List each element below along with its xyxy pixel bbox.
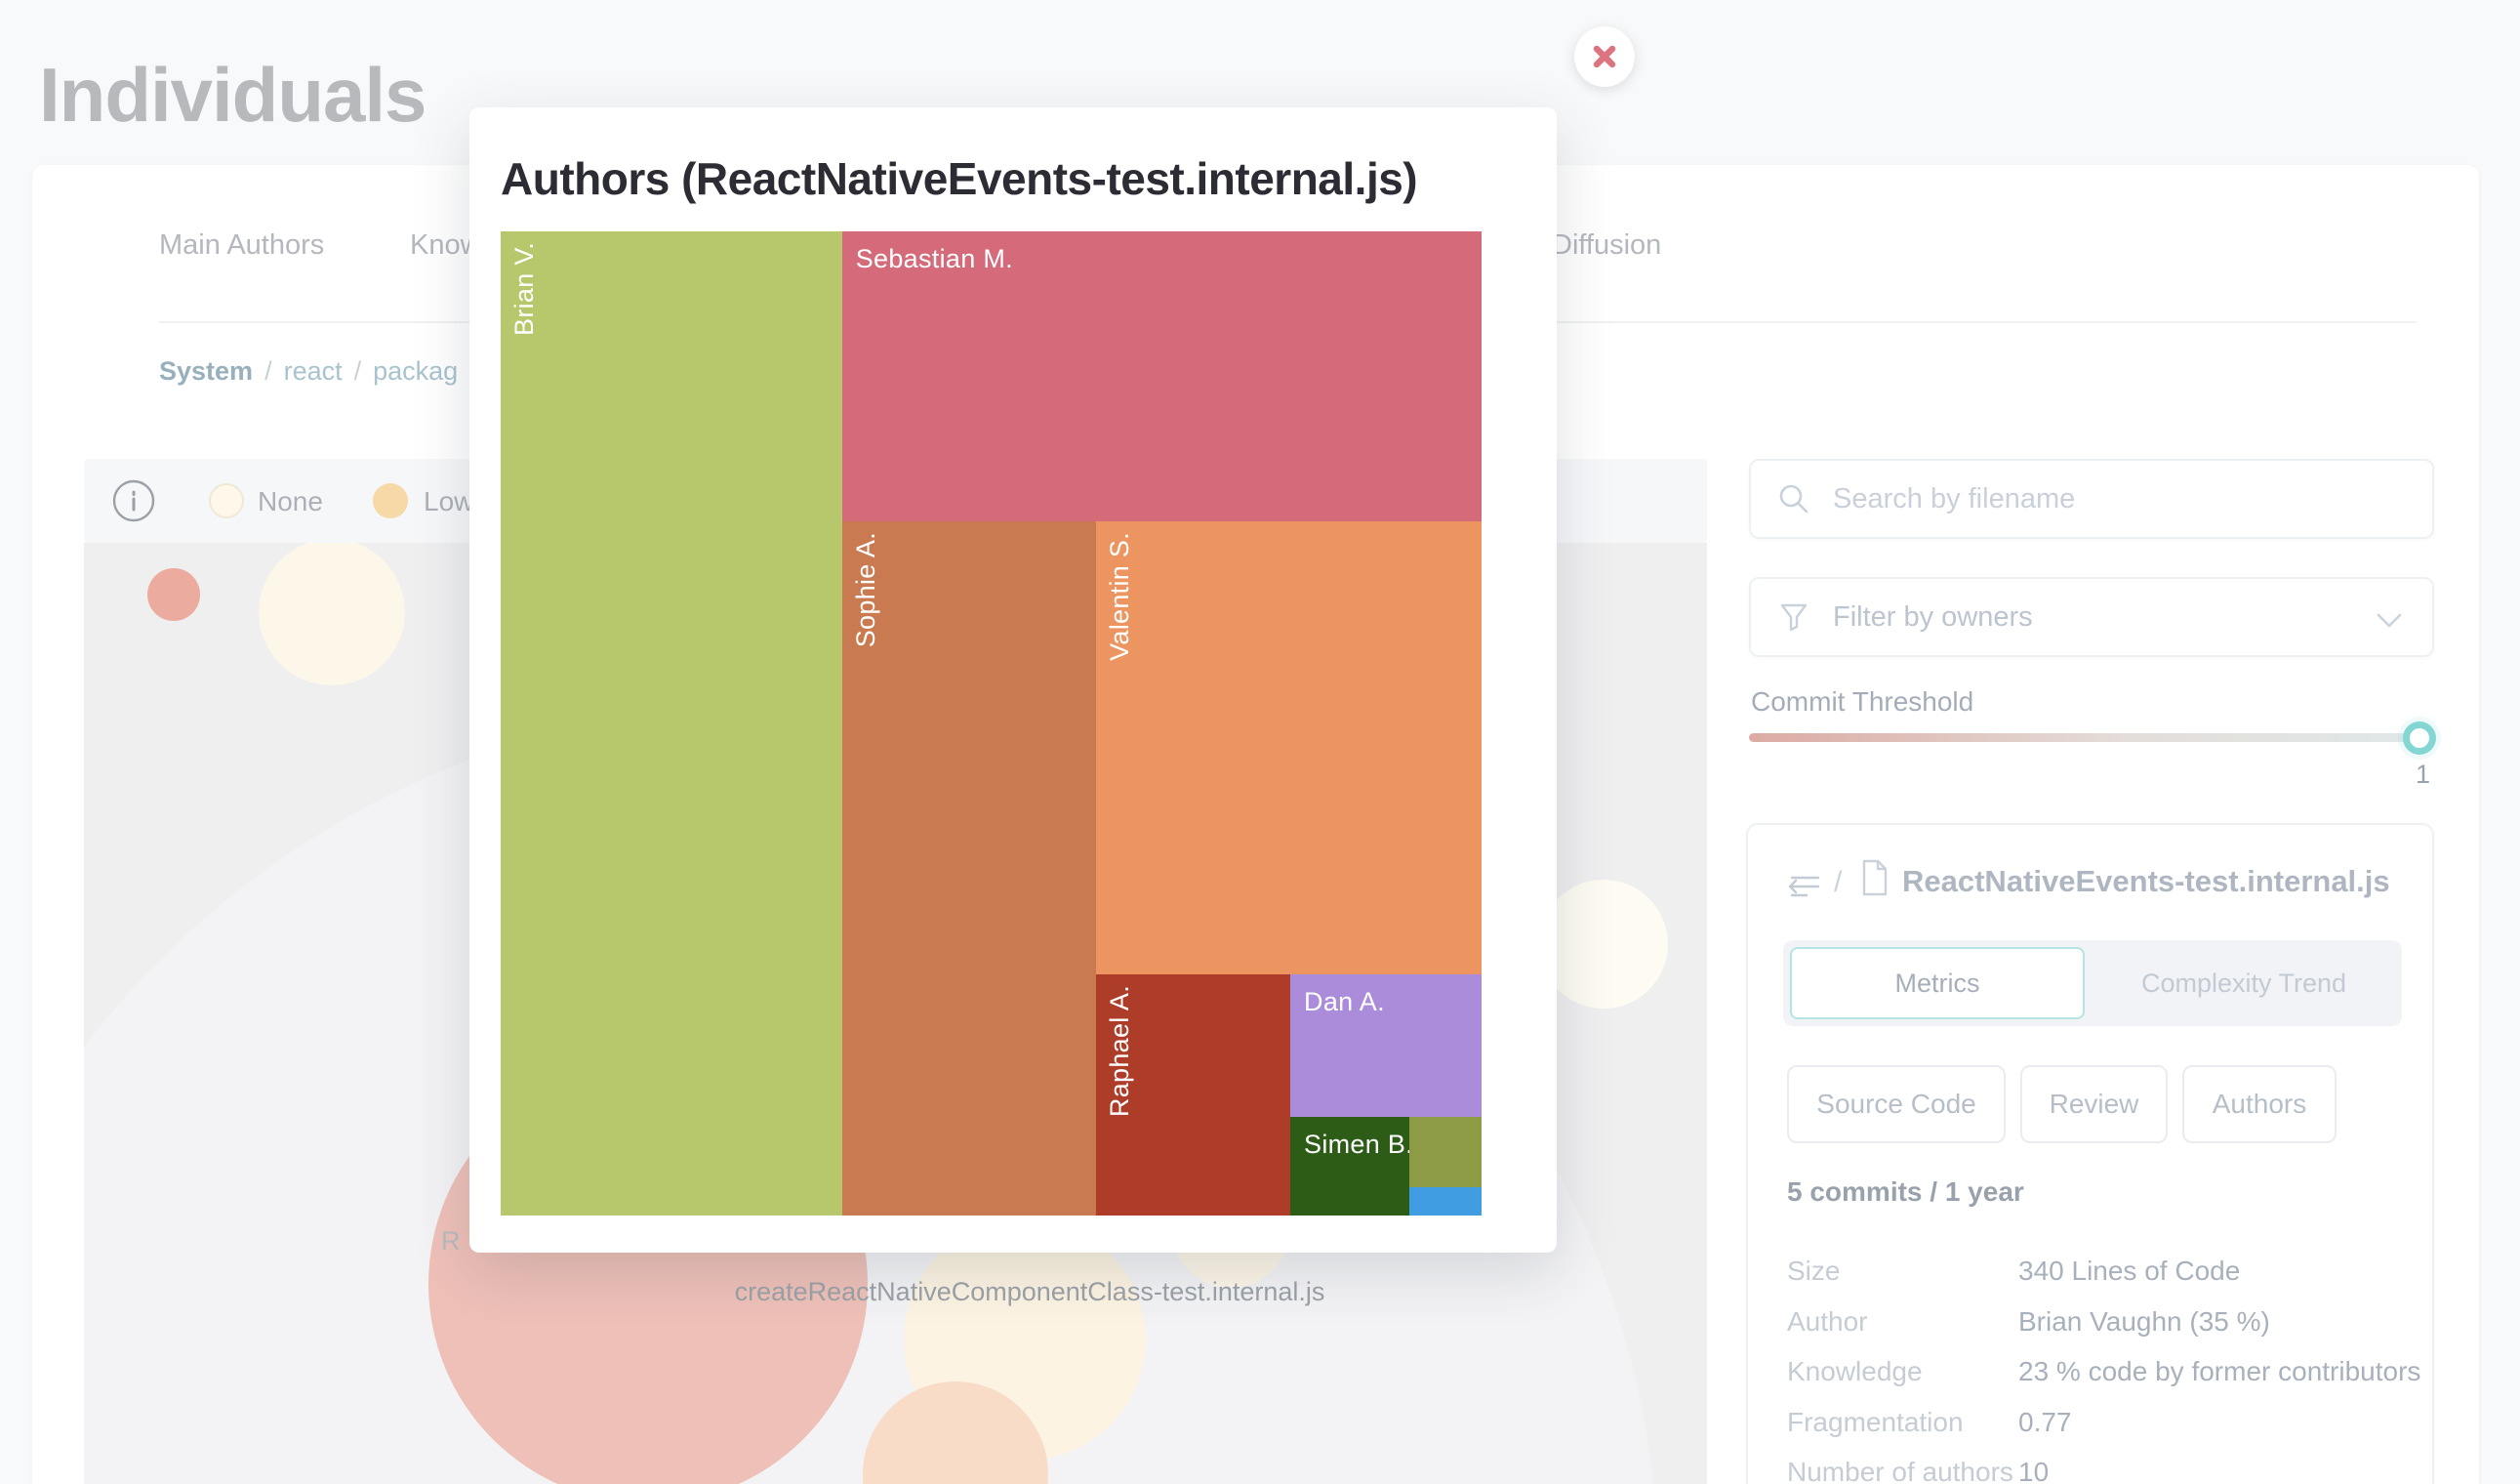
treemap-cell-sebastian-m[interactable]: Sebastian M.	[842, 231, 1482, 521]
legend-dot-none	[209, 483, 244, 518]
individuals-page: Individuals Main Authors Know Diffusion …	[0, 0, 2520, 1484]
metric-value: Brian Vaughn (35 %)	[2018, 1306, 2270, 1338]
legend-label-none: None	[258, 486, 323, 517]
back-arrow-icon[interactable]	[1783, 872, 1822, 908]
breadcrumb: System / react / packag	[159, 356, 458, 387]
metric-value: 23 % code by former contributors	[2018, 1356, 2420, 1387]
treemap-cell-label: Raphael A.	[1105, 985, 1135, 1117]
funnel-icon	[1776, 599, 1811, 635]
commit-summary: 5 commits / 1 year	[1787, 1176, 2024, 1208]
path-separator: /	[1834, 866, 1842, 899]
file-bubble-label: createReactNativeComponentClass-test.int…	[639, 1277, 1420, 1307]
treemap-cell-label: Sebastian M.	[856, 244, 1013, 274]
tab-diffusion[interactable]: Diffusion	[1552, 229, 1661, 262]
metric-value: 10	[2018, 1457, 2049, 1484]
authors-modal: Authors (ReactNativeEvents-test.internal…	[469, 107, 1557, 1253]
file-icon	[1859, 858, 1890, 902]
treemap-cell-label: Valentin S.	[1105, 532, 1135, 661]
authors-button[interactable]: Authors	[2182, 1065, 2337, 1143]
tab-complexity-trend[interactable]: Complexity Trend	[2086, 940, 2402, 1026]
treemap-cell-simen-b[interactable]: Simen B.	[1290, 1117, 1409, 1216]
close-icon	[1591, 43, 1618, 70]
filter-by-owners-dropdown[interactable]: Filter by owners	[1749, 577, 2434, 657]
modal-title: Authors (ReactNativeEvents-test.internal…	[501, 152, 1417, 205]
metric-row-fragmentation: Fragmentation 0.77	[1748, 1407, 2432, 1446]
treemap-cell-unlabeled-blue[interactable]	[1409, 1187, 1482, 1216]
treemap-cell-sophie-a[interactable]: Sophie A.	[842, 521, 1096, 1216]
file-name: ReactNativeEvents-test.internal.js	[1902, 864, 2390, 899]
background-bubble	[259, 543, 405, 685]
metric-value: 340 Lines of Code	[2018, 1256, 2240, 1287]
breadcrumb-system[interactable]: System	[159, 356, 253, 386]
breadcrumb-package[interactable]: packag	[373, 356, 458, 386]
treemap-cell-label: Simen B.	[1304, 1130, 1413, 1160]
metric-label: Number of authors	[1787, 1457, 2013, 1484]
treemap-cell-valentin-s[interactable]: Valentin S.	[1096, 521, 1482, 974]
treemap-cell-raphael-a[interactable]: Raphael A.	[1096, 974, 1290, 1216]
authors-treemap: Brian V. Sebastian M. Sophie A. Valentin…	[501, 231, 1482, 1216]
filter-label: Filter by owners	[1833, 601, 2033, 634]
search-box[interactable]	[1749, 459, 2434, 539]
chevron-down-icon[interactable]	[2374, 611, 2405, 636]
metric-label: Author	[1787, 1306, 1868, 1338]
metric-row-number-of-authors: Number of authors 10	[1748, 1457, 2432, 1484]
partial-file-label: R	[441, 1226, 461, 1257]
treemap-cell-label: Dan A.	[1304, 987, 1385, 1017]
metric-label: Fragmentation	[1787, 1407, 1964, 1438]
breadcrumb-separator: /	[354, 356, 362, 386]
breadcrumb-separator: /	[264, 356, 272, 386]
file-details-panel: / ReactNativeEvents-test.internal.js Met…	[1746, 823, 2434, 1484]
metric-value: 0.77	[2018, 1407, 2072, 1438]
review-button[interactable]: Review	[2020, 1065, 2168, 1143]
treemap-cell-dan-a[interactable]: Dan A.	[1290, 974, 1482, 1117]
metric-row-size: Size 340 Lines of Code	[1748, 1256, 2432, 1295]
treemap-cell-label: Sophie A.	[851, 532, 881, 647]
metric-label: Knowledge	[1787, 1356, 1923, 1387]
background-bubble	[1539, 880, 1668, 1009]
treemap-cell-unlabeled-olive[interactable]	[1409, 1117, 1482, 1187]
commit-threshold-slider-handle[interactable]	[2403, 721, 2436, 755]
tab-main-authors[interactable]: Main Authors	[159, 229, 324, 262]
metric-row-author: Author Brian Vaughn (35 %)	[1748, 1306, 2432, 1345]
info-icon[interactable]	[111, 478, 156, 523]
tab-metrics[interactable]: Metrics	[1790, 947, 2085, 1019]
file-panel-tabgroup: Metrics Complexity Trend	[1783, 940, 2402, 1026]
page-title: Individuals	[39, 51, 426, 140]
commit-threshold-label: Commit Threshold	[1751, 686, 1973, 718]
treemap-cell-brian-v[interactable]: Brian V.	[501, 231, 842, 1216]
legend-dot-low	[373, 483, 408, 518]
commit-threshold-value: 1	[2372, 760, 2430, 790]
legend-label-low: Low	[424, 486, 473, 517]
metric-row-knowledge: Knowledge 23 % code by former contributo…	[1748, 1356, 2432, 1395]
commit-threshold-slider[interactable]	[1749, 733, 2430, 742]
close-modal-button[interactable]	[1574, 26, 1635, 87]
treemap-cell-label: Brian V.	[509, 242, 540, 336]
search-icon	[1776, 481, 1811, 516]
search-input[interactable]	[1833, 483, 2379, 515]
breadcrumb-react[interactable]: react	[284, 356, 343, 386]
background-bubble	[147, 568, 200, 621]
metric-label: Size	[1787, 1256, 1840, 1287]
source-code-button[interactable]: Source Code	[1787, 1065, 2006, 1143]
